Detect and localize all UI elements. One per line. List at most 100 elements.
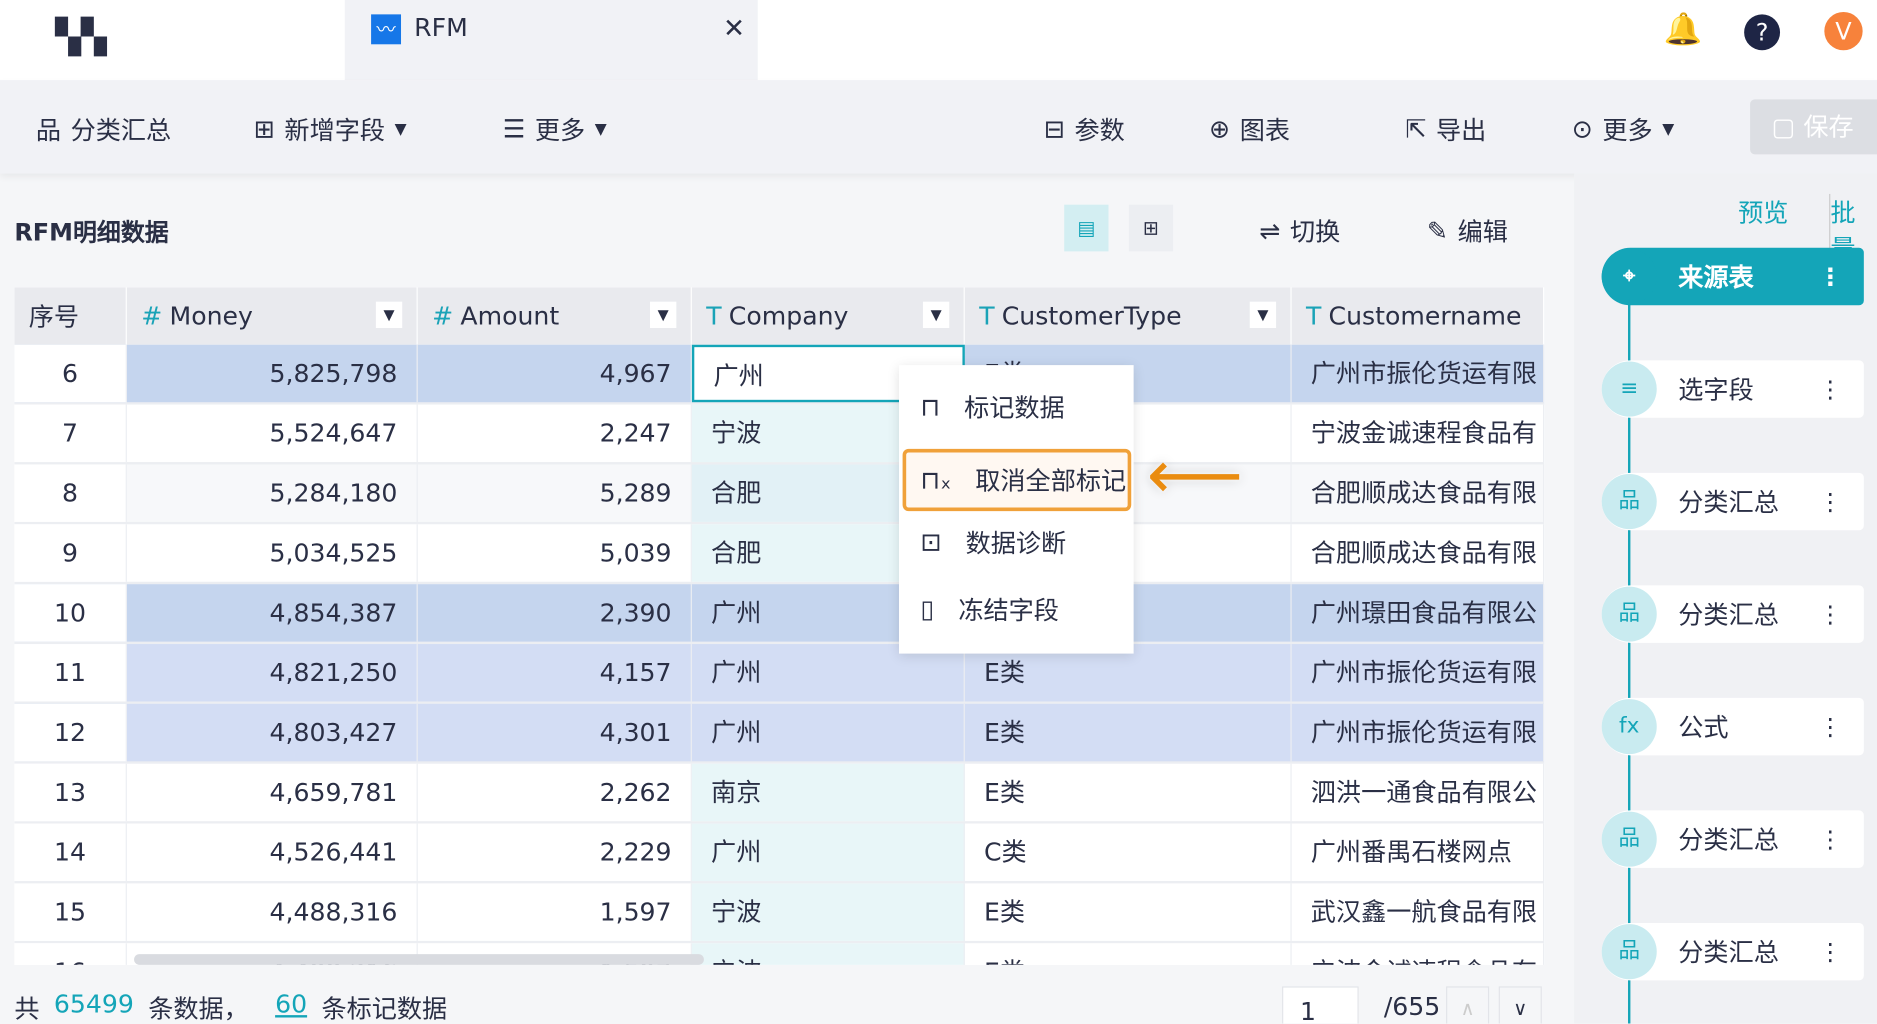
table-cell[interactable]: 泗洪一通食品有限公 — [1292, 763, 1545, 822]
flow-step[interactable]: 品分类汇总 ⋮ — [1601, 922, 1864, 981]
table-cell[interactable]: E类 — [965, 943, 1292, 965]
edit-button[interactable]: ✎ 编辑 — [1427, 213, 1508, 249]
close-tab-icon[interactable]: ✕ — [723, 14, 745, 44]
table-row[interactable]: 10 4,854,387 2,390 广州 广州璟田食品有限公 — [14, 584, 1545, 645]
table-cell[interactable]: 4,526,441 — [127, 823, 418, 882]
app-grid-icon[interactable]: ▚▚ — [55, 17, 107, 57]
export-button[interactable]: ⇱ 导出 — [1405, 111, 1486, 147]
bell-icon[interactable]: 🔔 — [1664, 12, 1703, 48]
more-right-button[interactable]: ⊙ 更多 ▼ — [1572, 111, 1674, 147]
grid-view-icon[interactable]: ⊞ — [1128, 204, 1174, 252]
help-icon[interactable]: ? — [1744, 14, 1781, 51]
table-cell[interactable]: 2,390 — [418, 584, 692, 642]
table-cell[interactable]: 14 — [14, 823, 127, 882]
table-row[interactable]: 13 4,659,781 2,262 南京 E类 泗洪一通食品有限公 — [14, 763, 1545, 824]
tab-rfm[interactable]: 〰 RFM ✕ — [344, 0, 758, 81]
marked-count-link[interactable]: 60 — [275, 990, 307, 1024]
table-cell[interactable]: 2,247 — [418, 404, 692, 463]
table-cell[interactable]: 13 — [14, 763, 127, 822]
table-cell[interactable]: 6 — [14, 344, 127, 403]
table-cell[interactable]: 4,821,250 — [127, 644, 418, 702]
table-cell[interactable]: 4,967 — [418, 344, 692, 403]
table-cell[interactable]: C类 — [965, 823, 1292, 882]
table-cell[interactable]: 10 — [14, 584, 127, 642]
more-vertical-icon[interactable]: ⋮ — [1818, 825, 1842, 854]
table-row[interactable]: 14 4,526,441 2,229 广州 C类 广州番禺石楼网点 — [14, 823, 1545, 884]
table-cell[interactable]: 广州市振伦货运有限 — [1292, 703, 1545, 762]
table-cell[interactable]: 合肥顺成达食品有限 — [1292, 524, 1545, 582]
switch-button[interactable]: ⇌ 切换 — [1259, 213, 1340, 249]
menu-item-mark-data[interactable]: ⊓ 标记数据 — [899, 376, 1134, 438]
table-cell[interactable]: 南京 — [691, 763, 965, 822]
column-header[interactable]: 序号 — [14, 287, 127, 345]
table-cell[interactable]: 广州璟田食品有限公 — [1292, 584, 1545, 642]
flow-step[interactable]: 品分类汇总 ⋮ — [1601, 585, 1864, 643]
more-vertical-icon[interactable]: ⋮ — [1818, 375, 1842, 404]
column-header[interactable]: # Money ▼ — [126, 287, 418, 345]
table-cell[interactable]: 合肥顺成达食品有限 — [1292, 464, 1545, 522]
table-cell[interactable]: 广州市振伦货运有限 — [1292, 644, 1545, 702]
column-header[interactable]: T Customername — [1291, 287, 1545, 345]
column-filter-dropdown[interactable]: ▼ — [922, 301, 950, 328]
table-cell[interactable]: E类 — [965, 763, 1292, 822]
list-view-icon[interactable]: ▤ — [1064, 204, 1109, 252]
params-button[interactable]: ⊟ 参数 — [1044, 111, 1125, 147]
avatar[interactable]: V — [1824, 11, 1863, 51]
table-cell[interactable]: 4,854,387 — [127, 584, 418, 642]
flow-step[interactable]: 品分类汇总 ⋮ — [1601, 472, 1864, 531]
table-cell[interactable]: 7 — [14, 404, 127, 463]
table-cell[interactable]: 宁波金诚速程食品有 — [1292, 943, 1545, 965]
table-row[interactable]: 12 4,803,427 4,301 广州 E类 广州市振伦货运有限 — [14, 703, 1545, 764]
table-cell[interactable]: 4,659,781 — [127, 763, 418, 822]
more-vertical-icon[interactable]: ⋮ — [1818, 262, 1842, 291]
column-filter-dropdown[interactable]: ▼ — [1249, 301, 1277, 328]
add-field-button[interactable]: ⊞ 新增字段 ▼ — [254, 111, 407, 147]
table-cell[interactable]: 15 — [14, 883, 127, 941]
column-header[interactable]: T Company ▼ — [691, 287, 965, 345]
horizontal-scrollbar[interactable] — [134, 954, 704, 965]
table-cell[interactable]: 宁波 — [691, 943, 965, 965]
table-cell[interactable]: 武汉鑫一航食品有限 — [1292, 883, 1545, 941]
table-cell[interactable]: 2,262 — [418, 763, 692, 822]
menu-item-unmark-all[interactable]: ⊓ₓ 取消全部标记 — [902, 448, 1132, 512]
table-cell[interactable]: 5,524,647 — [127, 404, 418, 463]
column-header[interactable]: T CustomerType ▼ — [964, 287, 1292, 345]
table-row[interactable]: 11 4,821,250 4,157 广州 E类 广州市振伦货运有限 — [14, 644, 1545, 704]
table-cell[interactable]: 宁波金诚速程食品有 — [1292, 404, 1545, 463]
next-page-button[interactable]: ∨ — [1498, 986, 1542, 1024]
table-cell[interactable]: 9 — [14, 524, 127, 582]
more-vertical-icon[interactable]: ⋮ — [1818, 712, 1842, 741]
table-row[interactable]: 7 5,524,647 2,247 宁波 宁波金诚速程食品有 — [14, 404, 1545, 465]
group-summary-button[interactable]: 品分类汇总 — [36, 111, 171, 147]
table-cell[interactable]: 广州市振伦货运有限 — [1292, 344, 1545, 403]
preview-link[interactable]: 预览 — [1738, 194, 1788, 230]
table-cell[interactable]: 8 — [14, 464, 127, 522]
flow-step[interactable]: ≡ 选字段 ⋮ — [1601, 360, 1864, 418]
table-cell[interactable]: 5,289 — [418, 464, 692, 522]
table-cell[interactable]: 5,284,180 — [127, 464, 418, 522]
more-left-button[interactable]: ☰ 更多 ▼ — [503, 111, 607, 147]
table-cell[interactable]: 广州番禺石楼网点 — [1292, 823, 1545, 882]
menu-item-freeze-field[interactable]: ▯ 冻结字段 — [899, 578, 1134, 640]
table-row[interactable]: 15 4,488,316 1,597 宁波 E类 武汉鑫一航食品有限 — [14, 883, 1545, 944]
prev-page-button[interactable]: ∧ — [1446, 986, 1490, 1024]
table-cell[interactable]: 16 — [14, 943, 127, 965]
table-cell[interactable]: 宁波 — [691, 883, 965, 941]
table-row[interactable]: 65,825,7984,967广州E类广州市振伦货运有限 — [14, 344, 1545, 405]
table-cell[interactable]: 5,825,798 — [127, 344, 418, 403]
table-cell[interactable]: 5,039 — [418, 524, 692, 582]
column-filter-dropdown[interactable]: ▼ — [650, 301, 677, 328]
table-cell[interactable]: 1,597 — [418, 883, 692, 941]
menu-item-data-diagnosis[interactable]: ⊡ 数据诊断 — [899, 511, 1134, 573]
column-filter-dropdown[interactable]: ▼ — [375, 301, 403, 328]
page-input[interactable]: 1 — [1282, 986, 1359, 1024]
table-cell[interactable]: 4,803,427 — [127, 703, 418, 762]
table-cell[interactable]: 5,034,525 — [127, 524, 418, 582]
table-cell[interactable]: 11 — [14, 644, 127, 702]
column-header[interactable]: # Amount ▼ — [417, 287, 692, 345]
table-cell[interactable]: 广州 — [692, 703, 965, 762]
more-vertical-icon[interactable]: ⋮ — [1818, 937, 1842, 966]
table-cell[interactable]: 4,157 — [418, 644, 692, 702]
table-cell[interactable]: 广州 — [691, 823, 965, 882]
table-cell[interactable]: 4,301 — [418, 703, 692, 762]
